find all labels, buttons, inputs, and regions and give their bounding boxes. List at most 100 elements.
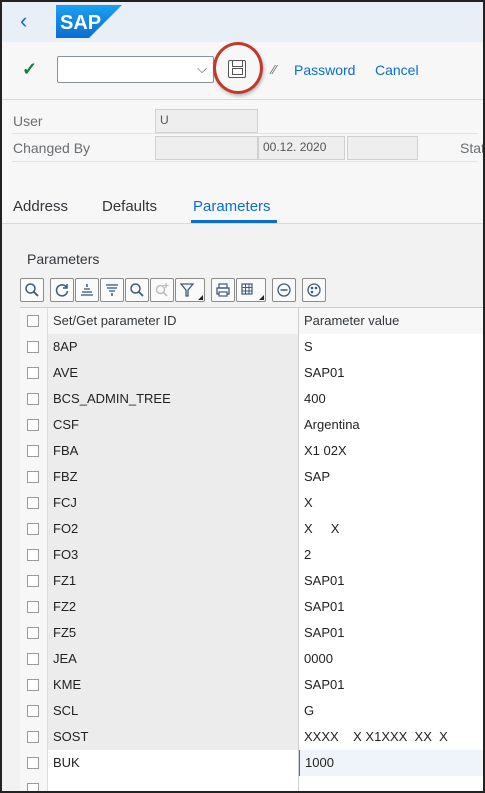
parameter-value-cell[interactable]: S: [299, 334, 483, 360]
parameter-value-cell[interactable]: SAP01: [299, 620, 483, 646]
row-checkbox[interactable]: [27, 393, 39, 405]
table-row[interactable]: SOST XXXX X X1XXX XX X: [20, 724, 483, 750]
parameter-id-cell[interactable]: SOST: [48, 724, 299, 750]
parameter-id-cell[interactable]: FZ2: [48, 594, 299, 620]
save-icon[interactable]: [228, 60, 246, 78]
table-row[interactable]: CSF Argentina: [20, 412, 483, 438]
find-icon[interactable]: [125, 278, 149, 302]
tab-defaults[interactable]: Defaults: [102, 198, 157, 215]
sort-descending-icon[interactable]: [100, 278, 124, 302]
table-row[interactable]: JEA 0000: [20, 646, 483, 672]
row-checkbox[interactable]: [27, 783, 39, 791]
delete-row-icon[interactable]: [272, 278, 296, 302]
sort-ascending-icon[interactable]: [75, 278, 99, 302]
row-checkbox[interactable]: [27, 757, 39, 769]
row-checkbox[interactable]: [27, 367, 39, 379]
refresh-icon[interactable]: [50, 278, 74, 302]
parameter-id-cell[interactable]: FBZ: [48, 464, 299, 490]
parameter-id-cell[interactable]: FO3: [48, 542, 299, 568]
table-row-empty[interactable]: [20, 776, 483, 791]
parameter-id-cell[interactable]: FBA: [48, 438, 299, 464]
row-checkbox[interactable]: [27, 341, 39, 353]
table-row[interactable]: 8AP S: [20, 334, 483, 360]
tab-parameters[interactable]: Parameters: [193, 198, 271, 215]
parameter-id-cell[interactable]: SCL: [48, 698, 299, 724]
table-row[interactable]: AVE SAP01: [20, 360, 483, 386]
table-row[interactable]: FZ1 SAP01: [20, 568, 483, 594]
row-selector-cell: [20, 672, 48, 698]
settings-icon[interactable]: [302, 278, 326, 302]
parameter-id-cell[interactable]: FZ5: [48, 620, 299, 646]
user-field[interactable]: U: [155, 109, 258, 133]
toolbar: ✓ ⌵ ⁄⁄ Password Cancel: [2, 42, 483, 100]
parameter-value-cell[interactable]: [299, 776, 483, 791]
action-select[interactable]: ⌵: [57, 56, 214, 83]
row-checkbox[interactable]: [27, 523, 39, 535]
column-header-parameter-value[interactable]: Parameter value: [299, 308, 483, 334]
table-row[interactable]: BUK 1000: [20, 750, 483, 776]
table-row[interactable]: FO2 X X: [20, 516, 483, 542]
parameter-id-cell[interactable]: 8AP: [48, 334, 299, 360]
select-all-checkbox[interactable]: [27, 315, 39, 327]
parameter-value-cell[interactable]: X: [299, 490, 483, 516]
parameter-value-cell[interactable]: SAP01: [299, 594, 483, 620]
row-checkbox[interactable]: [27, 705, 39, 717]
parameter-value-cell[interactable]: SAP: [299, 464, 483, 490]
parameter-value-cell[interactable]: 1000: [299, 750, 483, 776]
row-checkbox[interactable]: [27, 653, 39, 665]
table-row[interactable]: FBZ SAP: [20, 464, 483, 490]
parameter-value-cell[interactable]: X1 02X: [299, 438, 483, 464]
table-row[interactable]: FBA X1 02X: [20, 438, 483, 464]
parameter-id-cell[interactable]: AVE: [48, 360, 299, 386]
row-checkbox[interactable]: [27, 731, 39, 743]
parameter-value-cell[interactable]: SAP01: [299, 360, 483, 386]
row-checkbox[interactable]: [27, 601, 39, 613]
table-row[interactable]: FO3 2: [20, 542, 483, 568]
section-title: Parameters: [27, 251, 100, 267]
row-checkbox[interactable]: [27, 549, 39, 561]
parameter-id-cell[interactable]: KME: [48, 672, 299, 698]
parameter-value-cell[interactable]: SAP01: [299, 672, 483, 698]
table-row[interactable]: FZ2 SAP01: [20, 594, 483, 620]
row-checkbox[interactable]: [27, 445, 39, 457]
table-row[interactable]: SCL G: [20, 698, 483, 724]
row-checkbox[interactable]: [27, 679, 39, 691]
parameter-value-cell[interactable]: 400: [299, 386, 483, 412]
zoom-icon[interactable]: [20, 278, 44, 302]
cancel-button[interactable]: Cancel: [375, 62, 419, 78]
parameter-value-cell[interactable]: X X: [299, 516, 483, 542]
filter-icon[interactable]: [175, 278, 205, 302]
password-button[interactable]: Password: [294, 62, 355, 78]
tab-address[interactable]: Address: [13, 198, 68, 215]
parameter-value-cell[interactable]: Argentina: [299, 412, 483, 438]
row-checkbox[interactable]: [27, 575, 39, 587]
parameter-id-cell[interactable]: [48, 776, 299, 791]
column-header-parameter-id[interactable]: Set/Get parameter ID: [48, 308, 299, 334]
confirm-check-icon[interactable]: ✓: [22, 59, 37, 80]
parameter-id-cell[interactable]: FO2: [48, 516, 299, 542]
parameter-value-cell[interactable]: 0000: [299, 646, 483, 672]
parameter-value-cell[interactable]: SAP01: [299, 568, 483, 594]
print-icon[interactable]: [211, 278, 235, 302]
parameter-id-cell[interactable]: BUK: [48, 750, 299, 776]
row-checkbox[interactable]: [27, 419, 39, 431]
parameter-value-cell[interactable]: 2: [299, 542, 483, 568]
export-icon[interactable]: [236, 278, 266, 302]
svg-text:SAP: SAP: [60, 12, 101, 34]
parameter-id-cell[interactable]: FZ1: [48, 568, 299, 594]
parameter-value-cell[interactable]: G: [299, 698, 483, 724]
parameter-id-cell[interactable]: CSF: [48, 412, 299, 438]
parameter-id-cell[interactable]: BCS_ADMIN_TREE: [48, 386, 299, 412]
parameter-value-cell[interactable]: XXXX X X1XXX XX X: [299, 724, 483, 750]
table-row[interactable]: FCJ X: [20, 490, 483, 516]
parameter-id-cell[interactable]: JEA: [48, 646, 299, 672]
table-row[interactable]: KME SAP01: [20, 672, 483, 698]
row-checkbox[interactable]: [27, 627, 39, 639]
table-row[interactable]: BCS_ADMIN_TREE 400: [20, 386, 483, 412]
back-icon[interactable]: ‹: [20, 10, 44, 34]
find-next-icon[interactable]: [150, 278, 174, 302]
row-checkbox[interactable]: [27, 497, 39, 509]
parameter-id-cell[interactable]: FCJ: [48, 490, 299, 516]
table-row[interactable]: FZ5 SAP01: [20, 620, 483, 646]
row-checkbox[interactable]: [27, 471, 39, 483]
